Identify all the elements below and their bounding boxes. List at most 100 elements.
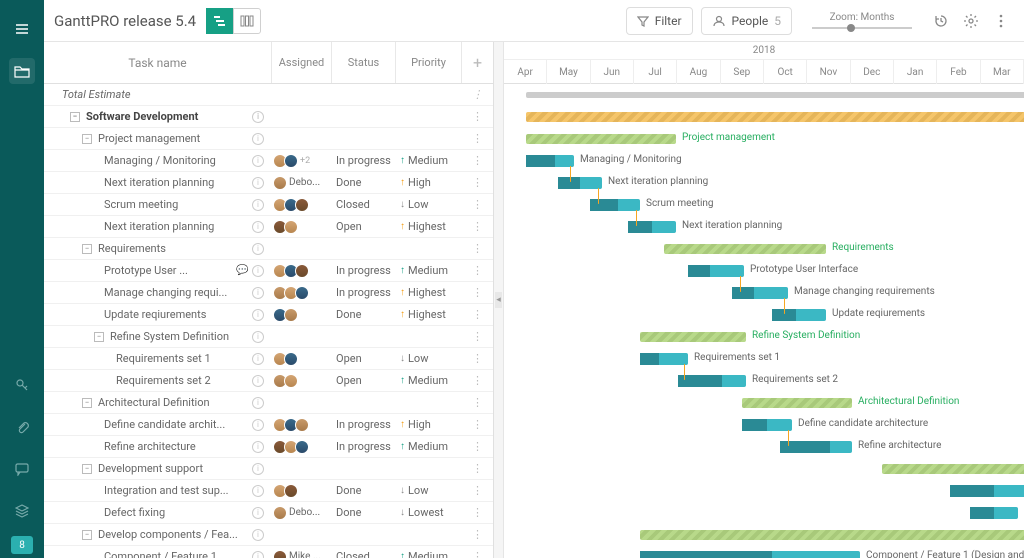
priority-cell[interactable]: ↑High	[396, 418, 462, 431]
row-actions[interactable]: ⋮	[462, 330, 493, 343]
priority-cell[interactable]: ↑Medium	[396, 440, 462, 453]
task-row[interactable]: Prototype User ...💬iIn progress↑Medium⋮	[44, 260, 493, 282]
priority-cell[interactable]: ↑Medium	[396, 264, 462, 277]
more-icon[interactable]	[988, 8, 1014, 34]
row-actions[interactable]: ⋮	[462, 506, 493, 519]
collapse-toggle[interactable]: −	[70, 112, 80, 122]
row-actions[interactable]: ⋮	[462, 110, 493, 123]
row-actions[interactable]: ⋮	[462, 484, 493, 497]
row-actions[interactable]: ⋮	[462, 528, 493, 541]
info-icon[interactable]: i	[252, 287, 264, 299]
row-actions[interactable]: ⋮	[462, 440, 493, 453]
status-cell[interactable]: Done	[332, 176, 396, 189]
status-cell[interactable]: In progress	[332, 154, 396, 167]
gantt-bar[interactable]	[526, 112, 1024, 122]
gantt-bar[interactable]	[664, 244, 826, 254]
chat-icon[interactable]	[9, 456, 35, 482]
assigned-cell[interactable]	[272, 198, 332, 212]
info-icon[interactable]: i	[252, 155, 264, 167]
info-icon[interactable]: i	[252, 397, 264, 409]
info-icon[interactable]: i	[252, 551, 264, 558]
task-row[interactable]: Total Estimate⋮	[44, 84, 493, 106]
row-actions[interactable]: ⋮	[462, 352, 493, 365]
task-row[interactable]: −Development supporti⋮	[44, 458, 493, 480]
row-actions[interactable]: ⋮	[462, 220, 493, 233]
collapse-toggle[interactable]: −	[82, 398, 92, 408]
info-icon[interactable]: i	[252, 111, 264, 123]
task-row[interactable]: Scrum meetingiClosed↓Low⋮	[44, 194, 493, 216]
pane-divider[interactable]: ◂	[494, 42, 504, 558]
key-icon[interactable]	[9, 372, 35, 398]
row-actions[interactable]: ⋮	[462, 374, 493, 387]
collapse-toggle[interactable]: −	[82, 530, 92, 540]
task-row[interactable]: Next iteration planningiDebo...Done↑High…	[44, 172, 493, 194]
task-row[interactable]: −Refine System Definitioni⋮	[44, 326, 493, 348]
info-icon[interactable]: i	[252, 221, 264, 233]
row-actions[interactable]: ⋮	[462, 550, 493, 558]
zoom-slider[interactable]	[812, 27, 912, 29]
collapse-toggle[interactable]: −	[82, 134, 92, 144]
assigned-cell[interactable]	[272, 440, 332, 454]
priority-cell[interactable]: ↑High	[396, 176, 462, 189]
info-icon[interactable]: i	[252, 419, 264, 431]
status-cell[interactable]: Open	[332, 220, 396, 233]
gantt-bar[interactable]	[688, 265, 744, 277]
info-icon[interactable]: i	[252, 309, 264, 321]
gantt-bar[interactable]	[640, 551, 860, 558]
gantt-bar[interactable]	[526, 155, 574, 167]
gantt-bar[interactable]	[640, 353, 688, 365]
info-icon[interactable]: i	[252, 507, 264, 519]
status-cell[interactable]: Open	[332, 374, 396, 387]
info-icon[interactable]: i	[252, 265, 264, 277]
history-icon[interactable]	[928, 8, 954, 34]
assigned-cell[interactable]: +2	[272, 154, 332, 168]
folder-icon[interactable]	[9, 58, 35, 84]
gantt-bar[interactable]	[970, 507, 1018, 519]
row-actions[interactable]: ⋮	[462, 198, 493, 211]
row-actions[interactable]: ⋮	[462, 132, 493, 145]
gantt-bar[interactable]	[678, 375, 746, 387]
status-cell[interactable]: Open	[332, 352, 396, 365]
row-actions[interactable]: ⋮	[462, 264, 493, 277]
row-actions[interactable]: ⋮	[462, 462, 493, 475]
menu-icon[interactable]	[9, 16, 35, 42]
info-icon[interactable]: i	[252, 353, 264, 365]
info-icon[interactable]: i	[252, 529, 264, 541]
assigned-cell[interactable]	[272, 352, 332, 366]
task-row[interactable]: Next iteration planningiOpen↑Highest⋮	[44, 216, 493, 238]
task-row[interactable]: Managing / Monitoringi+2In progress↑Medi…	[44, 150, 493, 172]
priority-cell[interactable]: ↑Highest	[396, 286, 462, 299]
task-row[interactable]: −Project managementi⋮	[44, 128, 493, 150]
collapse-toggle[interactable]: −	[82, 464, 92, 474]
comment-icon[interactable]: 💬	[236, 265, 248, 277]
status-cell[interactable]: Closed	[332, 198, 396, 211]
row-actions[interactable]: ⋮	[462, 286, 493, 299]
task-row[interactable]: Update reqiurementsiDone↑Highest⋮	[44, 304, 493, 326]
priority-cell[interactable]: ↓Low	[396, 484, 462, 497]
gantt-bar[interactable]	[526, 92, 1024, 98]
zoom-control[interactable]: Zoom: Months	[812, 12, 912, 29]
assigned-cell[interactable]	[272, 308, 332, 322]
collapse-toggle[interactable]: −	[94, 332, 104, 342]
gantt-bar[interactable]	[742, 419, 792, 431]
task-row[interactable]: Defect fixingiDebo...Done↓Lowest⋮	[44, 502, 493, 524]
task-row[interactable]: −Software Developmenti⋮	[44, 106, 493, 128]
gantt-bar[interactable]	[882, 464, 1024, 474]
row-actions[interactable]: ⋮	[462, 418, 493, 431]
collapse-toggle[interactable]: −	[82, 244, 92, 254]
gantt-view-button[interactable]	[206, 8, 234, 34]
info-icon[interactable]: i	[252, 243, 264, 255]
people-button[interactable]: People5	[701, 7, 792, 35]
notification-badge[interactable]: 8	[11, 536, 33, 554]
task-row[interactable]: Requirements set 2iOpen↑Medium⋮	[44, 370, 493, 392]
status-cell[interactable]: In progress	[332, 418, 396, 431]
priority-cell[interactable]: ↓Lowest	[396, 506, 462, 519]
info-icon[interactable]: i	[252, 331, 264, 343]
settings-icon[interactable]	[958, 8, 984, 34]
assigned-cell[interactable]	[272, 220, 332, 234]
priority-cell[interactable]: ↓Low	[396, 352, 462, 365]
task-row[interactable]: Define candidate archit...iIn progress↑H…	[44, 414, 493, 436]
row-actions[interactable]: ⋮	[462, 154, 493, 167]
status-cell[interactable]: In progress	[332, 440, 396, 453]
status-cell[interactable]: Done	[332, 484, 396, 497]
